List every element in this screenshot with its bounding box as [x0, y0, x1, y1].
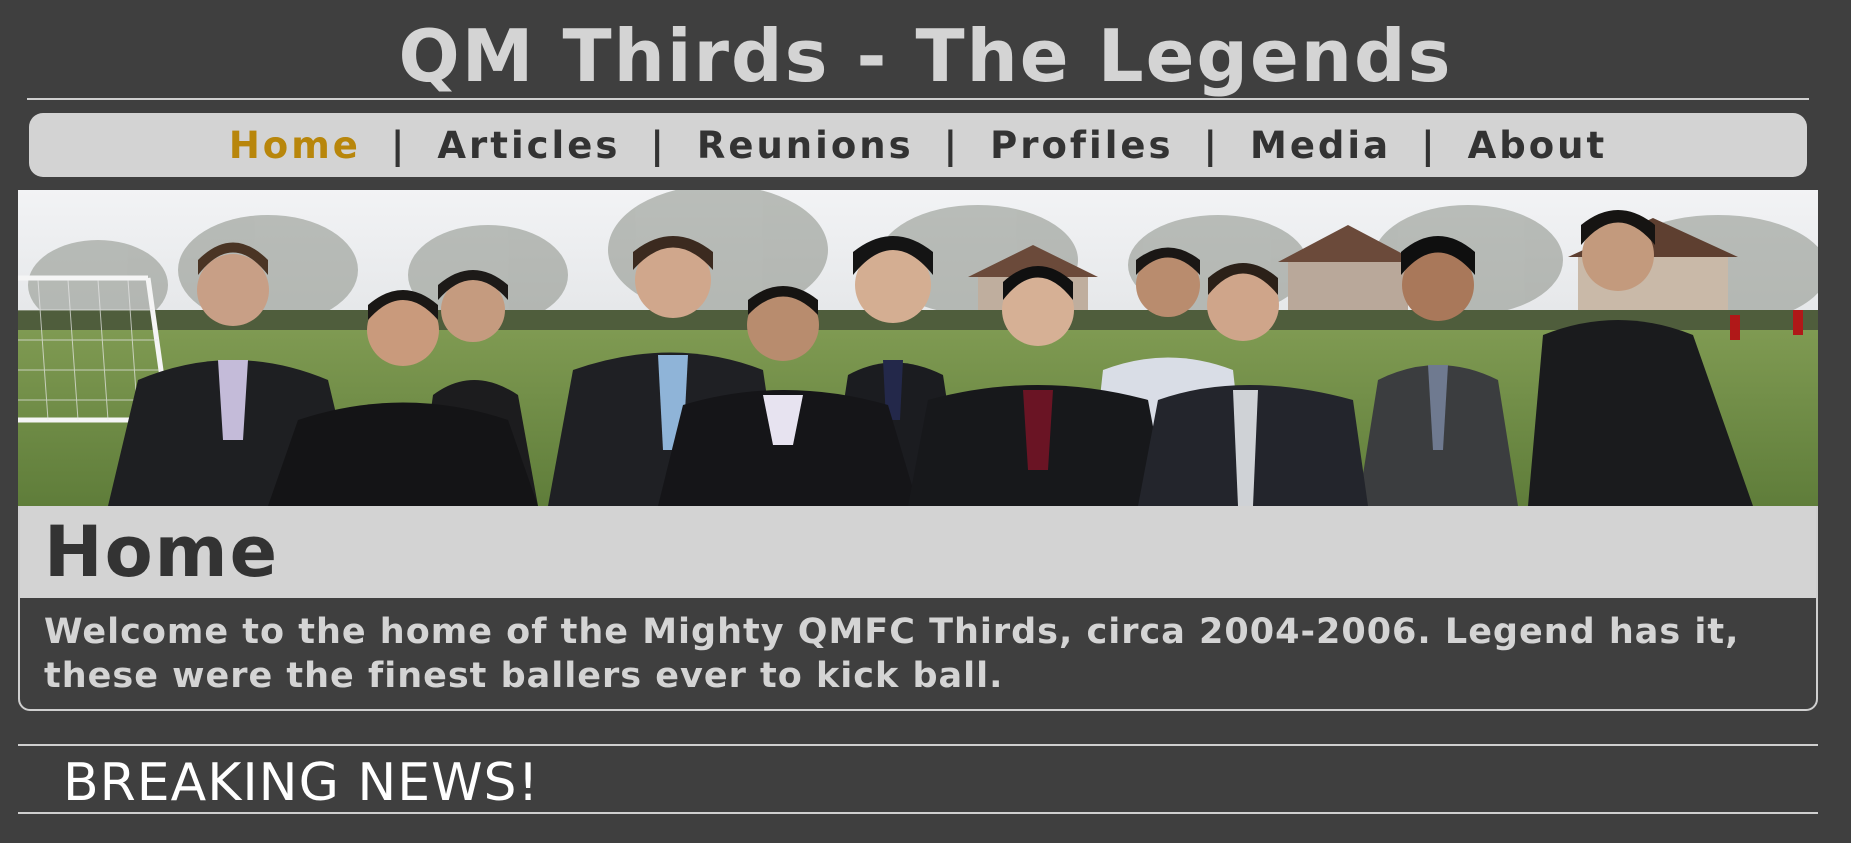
- nav-separator: |: [943, 123, 961, 167]
- nav-link-reunions[interactable]: Reunions: [697, 124, 914, 167]
- nav-separator: |: [1203, 123, 1221, 167]
- nav-link-articles[interactable]: Articles: [437, 124, 620, 167]
- nav-separator: |: [390, 123, 408, 167]
- main-nav: Home | Articles | Reunions | Profiles | …: [29, 113, 1807, 177]
- nav-link-profiles[interactable]: Profiles: [990, 124, 1173, 167]
- nav-separator: |: [650, 123, 667, 167]
- hero-team-photo: [18, 190, 1818, 506]
- breaking-news-heading: BREAKING NEWS!: [63, 753, 540, 813]
- news-divider-bottom: [18, 812, 1818, 814]
- welcome-text: Welcome to the home of the Mighty QMFC T…: [44, 612, 1740, 696]
- nav-separator: |: [1421, 123, 1438, 167]
- home-panel: Home Welcome to the home of the Mighty Q…: [18, 506, 1818, 711]
- page: QM Thirds - The Legends Home | Articles …: [0, 0, 1851, 843]
- site-title: QM Thirds - The Legends: [398, 14, 1453, 98]
- nav-link-media[interactable]: Media: [1250, 124, 1391, 167]
- nav-link-home[interactable]: Home: [229, 124, 361, 167]
- page-title: Home: [44, 511, 280, 593]
- news-divider-top: [18, 744, 1818, 746]
- home-heading-bar: Home: [20, 506, 1816, 598]
- nav-link-about[interactable]: About: [1468, 124, 1608, 167]
- title-divider: [27, 98, 1809, 100]
